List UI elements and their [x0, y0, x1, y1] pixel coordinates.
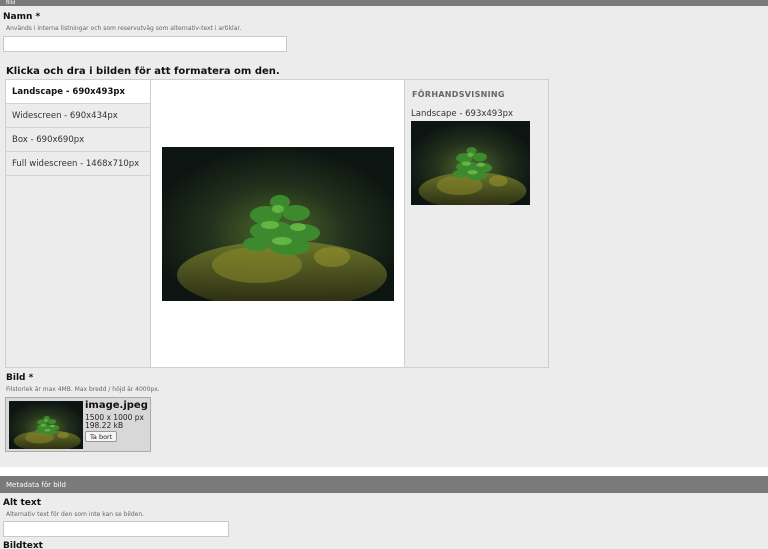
uploaded-file: image.jpeg 1500 x 1000 px 198.22 kB Ta b… — [5, 397, 151, 452]
preview-image — [411, 121, 530, 205]
ratio-option-label: Widescreen - 690x434px — [12, 110, 118, 121]
file-help-text: Filstorlek är max 4MB. Max bredd / höjd … — [6, 386, 160, 393]
metadata-section-header: Metadata för bild — [0, 476, 768, 493]
ratio-option-landscape[interactable]: Landscape - 690x493px — [6, 80, 150, 104]
image-cropper: Landscape - 690x493px Widescreen - 690x4… — [5, 79, 549, 368]
file-label: Bild * — [6, 373, 34, 383]
ratio-option-widescreen[interactable]: Widescreen - 690x434px — [6, 104, 150, 128]
ratio-option-box[interactable]: Box - 690x690px — [6, 128, 150, 152]
file-thumbnail — [9, 401, 83, 449]
crop-source-image[interactable] — [162, 147, 394, 301]
alt-text-input[interactable] — [3, 521, 229, 537]
ratio-option-full-widescreen[interactable]: Full widescreen - 1468x710px — [6, 152, 150, 176]
aspect-ratio-list: Landscape - 690x493px Widescreen - 690x4… — [6, 80, 151, 367]
remove-file-button[interactable]: Ta bort — [85, 431, 118, 442]
alt-text-help: Alternativ text för den som inte kan se … — [6, 511, 145, 518]
file-size: 198.22 kB — [85, 421, 124, 430]
ratio-option-label: Full widescreen - 1468x710px — [12, 158, 140, 169]
preview-panel: FÖRHANDSVISNING Landscape - 693x493px — [405, 80, 548, 367]
name-help-text: Används i interna listningar och som res… — [6, 25, 242, 32]
crop-canvas[interactable] — [151, 80, 405, 367]
metadata-section-title: Metadata för bild — [6, 480, 66, 489]
ratio-option-label: Landscape - 690x493px — [12, 86, 125, 97]
ratio-option-label: Box - 690x690px — [12, 134, 85, 145]
name-input[interactable] — [3, 36, 287, 52]
preview-format-label: Landscape - 693x493px — [411, 109, 514, 119]
name-label: Namn * — [3, 12, 41, 22]
crop-instructions: Klicka och dra i bilden för att formater… — [6, 66, 280, 77]
file-name: image.jpeg — [85, 400, 148, 411]
preview-heading: FÖRHANDSVISNING — [412, 90, 505, 99]
alt-text-label: Alt text — [3, 498, 41, 508]
caption-label: Bildtext — [3, 541, 43, 549]
